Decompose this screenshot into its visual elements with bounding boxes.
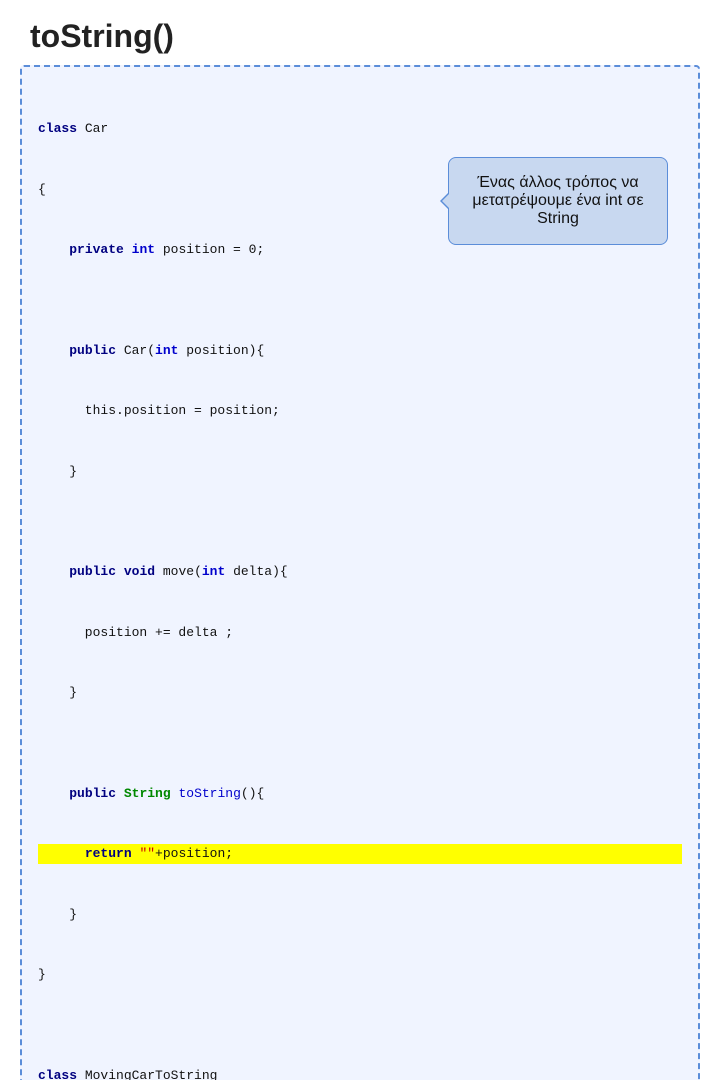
- code-container: class Car { private int position = 0; pu…: [20, 65, 700, 1080]
- tooltip-bubble: Ένας άλλος τρόπος να μετατρέψουμε ένα in…: [448, 157, 668, 245]
- page-title: toString(): [0, 0, 720, 65]
